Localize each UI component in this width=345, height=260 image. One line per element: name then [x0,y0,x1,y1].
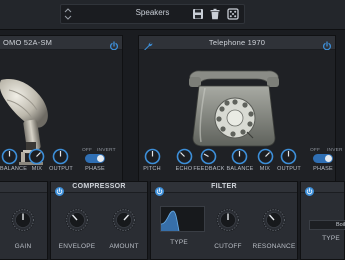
amount-label: AMOUNT [109,243,139,250]
gain-knob[interactable] [11,208,35,232]
mic-output-label: OUTPUT [49,166,73,172]
trash-icon[interactable] [209,7,221,20]
cutoff-knob[interactable] [216,208,240,232]
phone-mix-knob[interactable] [257,148,274,165]
phone-phase-label: PHASE [313,166,333,172]
gain-panel-header [0,182,47,193]
phone-output-knob[interactable] [280,148,297,165]
filter-header: FILTER [151,182,297,196]
power-icon[interactable] [109,38,119,51]
mic-mix-knob[interactable] [28,148,45,165]
envelope-label: ENVELOPE [58,243,96,250]
boiler-type-label: TYPE [322,235,340,242]
random-dice-icon[interactable] [227,7,239,20]
mic-output-knob[interactable] [52,148,69,165]
power-icon[interactable] [322,38,332,51]
phone-balance-label: BALANCE [226,166,254,172]
feedback-knob[interactable] [200,148,217,165]
boiler-select[interactable]: Boiler [309,220,345,230]
toggle-thumb [325,155,332,162]
compressor-header: COMPRESSOR [51,182,147,196]
echo-knob[interactable] [176,148,193,165]
boiler-header [301,182,344,196]
compressor-title: COMPRESSOR [72,183,126,190]
gain-label: GAIN [14,243,32,250]
phone-phase-toggle[interactable] [313,154,333,163]
power-icon[interactable] [305,183,314,196]
mic-phase-toggle[interactable] [85,154,105,163]
phone-output-label: OUTPUT [277,166,301,172]
phone-mix-label: MIX [259,166,271,172]
mic-panel-title: OMO 52A-SM [3,38,53,47]
telephone-panel-title: Telephone 1970 [208,38,266,47]
cutoff-label: CUTOFF [214,243,242,250]
feedback-label: FEEDBACK [193,166,225,172]
mic-balance-knob[interactable] [1,148,18,165]
mic-mix-label: MIX [31,166,43,172]
envelope-knob[interactable] [65,208,89,232]
amount-knob[interactable] [112,208,136,232]
resonance-label: RESONANCE [252,243,296,250]
filter-type-label: TYPE [170,239,188,246]
mic-phase-label: PHASE [85,166,105,172]
mic-phase-invert-label: INVERT [97,148,116,153]
boiler-panel: Boiler [300,181,345,260]
resonance-knob[interactable] [262,208,286,232]
phone-balance-knob[interactable] [231,148,248,165]
phone-phase-off-label: OFF [310,148,321,153]
filter-type-selector[interactable] [160,206,205,232]
pitch-label: PITCH [143,166,161,172]
telephone-panel-header: Telephone 1970 [139,36,335,51]
top-bar: Speakers [0,0,345,30]
mic-balance-label: BALANCE [0,166,28,172]
mic-panel-header: OMO 52A-SM [0,36,122,51]
mic-phase-off-label: OFF [82,148,93,153]
toggle-thumb [97,155,104,162]
phone-phase-invert-label: INVER [327,148,343,153]
save-icon[interactable] [192,7,204,19]
pitch-knob[interactable] [144,148,161,165]
filter-title: FILTER [211,183,237,190]
